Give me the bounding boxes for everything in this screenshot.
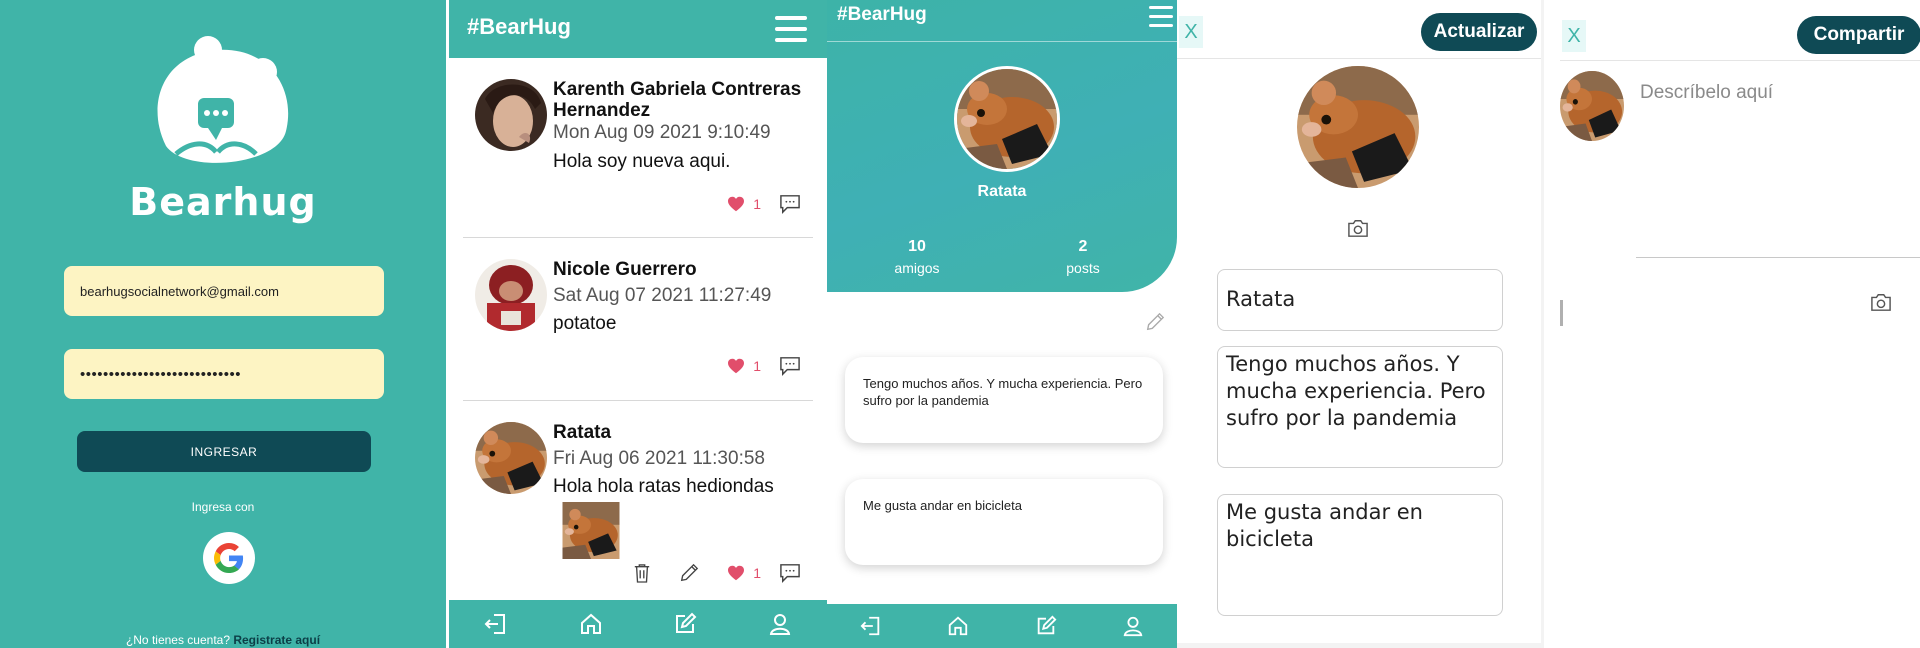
post-date: Fri Aug 06 2021 11:30:58 xyxy=(553,448,765,469)
friends-stat[interactable]: 10 amigos xyxy=(867,238,967,276)
post-text: potatoe xyxy=(553,313,617,334)
heart-icon[interactable] xyxy=(727,565,745,581)
like-count: 1 xyxy=(753,196,761,212)
trash-icon[interactable] xyxy=(633,563,651,583)
name-field[interactable]: Ratata xyxy=(1217,269,1503,331)
signup-link[interactable]: Registrate aquí xyxy=(233,633,320,647)
like-count: 1 xyxy=(753,565,761,581)
friends-count: 10 xyxy=(908,238,926,255)
post-author[interactable]: Nicole Guerrero xyxy=(553,259,813,280)
post-date: Sat Aug 07 2021 11:27:49 xyxy=(553,285,772,306)
app-title: #BearHug xyxy=(837,4,927,25)
comment-icon[interactable] xyxy=(779,356,801,376)
avatar[interactable] xyxy=(1297,66,1419,188)
profile-header: #BearHug Ratata 10 amigos 2 posts xyxy=(827,0,1177,292)
post-actions: 1 xyxy=(727,194,801,214)
posts-stat[interactable]: 2 posts xyxy=(1033,238,1133,276)
signup-prompt: ¿No tienes cuenta? xyxy=(125,633,230,647)
app-title: #BearHug xyxy=(467,14,571,39)
edit-icon[interactable] xyxy=(679,563,699,583)
alt-login-label: Ingresa con xyxy=(191,500,255,514)
edit-profile-icon[interactable] xyxy=(1145,312,1165,332)
post-item: Nicole Guerrero Sat Aug 07 2021 11:27:49… xyxy=(463,238,813,401)
post-item: Karenth Gabriela Contreras Hernandez Mon… xyxy=(463,58,813,238)
bearhug-logo xyxy=(146,36,302,176)
post-text: Hola soy nueva aqui. xyxy=(553,151,731,172)
posts-count: 2 xyxy=(1078,238,1088,255)
avatar[interactable] xyxy=(475,259,547,331)
avatar[interactable] xyxy=(475,79,547,151)
edit-profile-screen: X Actualizar Ratata Tengo muchos años. Y… xyxy=(1177,0,1544,648)
profile-screen: #BearHug Ratata 10 amigos 2 posts Tengo … xyxy=(827,0,1177,648)
hobby-textarea[interactable]: Me gusta andar en bicicleta xyxy=(1217,494,1503,616)
share-button[interactable]: Compartir xyxy=(1797,16,1920,54)
post-item: Ratata Fri Aug 06 2021 11:30:58 Hola hol… xyxy=(463,401,813,601)
update-button[interactable]: Actualizar xyxy=(1421,13,1537,51)
bio-textarea[interactable]: Tengo muchos años. Y mucha experiencia. … xyxy=(1217,346,1503,468)
post-actions: 1 xyxy=(633,563,801,583)
post-date: Mon Aug 09 2021 9:10:49 xyxy=(553,122,771,143)
brand-name: Bearhug xyxy=(129,180,317,224)
heart-icon[interactable] xyxy=(727,196,745,212)
comment-icon[interactable] xyxy=(779,563,801,583)
camera-icon[interactable] xyxy=(1347,218,1369,238)
new-post-screen: X Compartir Descríbelo aquí xyxy=(1544,0,1920,648)
menu-icon[interactable] xyxy=(775,16,807,42)
posts-label: posts xyxy=(1066,260,1100,276)
camera-icon[interactable] xyxy=(1870,292,1892,312)
post-image[interactable] xyxy=(553,502,629,559)
profile-name: Ratata xyxy=(977,183,1027,200)
logout-icon[interactable] xyxy=(860,615,882,637)
close-button[interactable]: X xyxy=(1562,20,1586,52)
bottom-nav xyxy=(449,600,827,648)
home-icon[interactable] xyxy=(579,612,603,636)
home-icon[interactable] xyxy=(947,615,969,637)
post-author[interactable]: Ratata xyxy=(553,422,813,443)
hobby-card: Me gusta andar en bicicleta xyxy=(845,479,1163,565)
logout-icon[interactable] xyxy=(484,612,508,636)
profile-icon[interactable] xyxy=(768,612,792,636)
login-button[interactable]: INGRESAR xyxy=(77,431,371,472)
close-button[interactable]: X xyxy=(1179,16,1203,48)
post-author[interactable]: Karenth Gabriela Contreras Hernandez xyxy=(553,79,813,121)
avatar[interactable] xyxy=(954,66,1060,172)
heart-icon[interactable] xyxy=(727,358,745,374)
friends-label: amigos xyxy=(894,260,940,276)
bio-card: Tengo muchos años. Y mucha experiencia. … xyxy=(845,357,1163,443)
post-actions: 1 xyxy=(727,356,801,376)
email-field[interactable]: bearhugsocialnetwork@gmail.com xyxy=(64,266,384,316)
login-screen: Bearhug bearhugsocialnetwork@gmail.com •… xyxy=(0,0,446,648)
post-text: Hola hola ratas hediondas xyxy=(553,476,774,497)
edit-icon[interactable] xyxy=(1035,615,1057,637)
bottom-nav xyxy=(827,604,1177,648)
avatar[interactable] xyxy=(475,422,547,494)
like-count: 1 xyxy=(753,358,761,374)
comment-icon[interactable] xyxy=(779,194,801,214)
post-description-input[interactable]: Descríbelo aquí xyxy=(1640,82,1773,104)
edit-icon[interactable] xyxy=(673,612,697,636)
app-header: #BearHug xyxy=(449,0,827,58)
password-field[interactable]: •••••••••••••••••••••••••••• xyxy=(64,349,384,399)
avatar xyxy=(1560,71,1624,141)
signup-text: ¿No tienes cuenta? Registrate aquí xyxy=(0,633,446,647)
menu-icon[interactable] xyxy=(1149,6,1173,28)
profile-icon[interactable] xyxy=(1122,615,1144,637)
google-icon[interactable] xyxy=(203,532,255,584)
feed-screen: #BearHug Karenth Gabriela Contreras Hern… xyxy=(449,0,827,648)
